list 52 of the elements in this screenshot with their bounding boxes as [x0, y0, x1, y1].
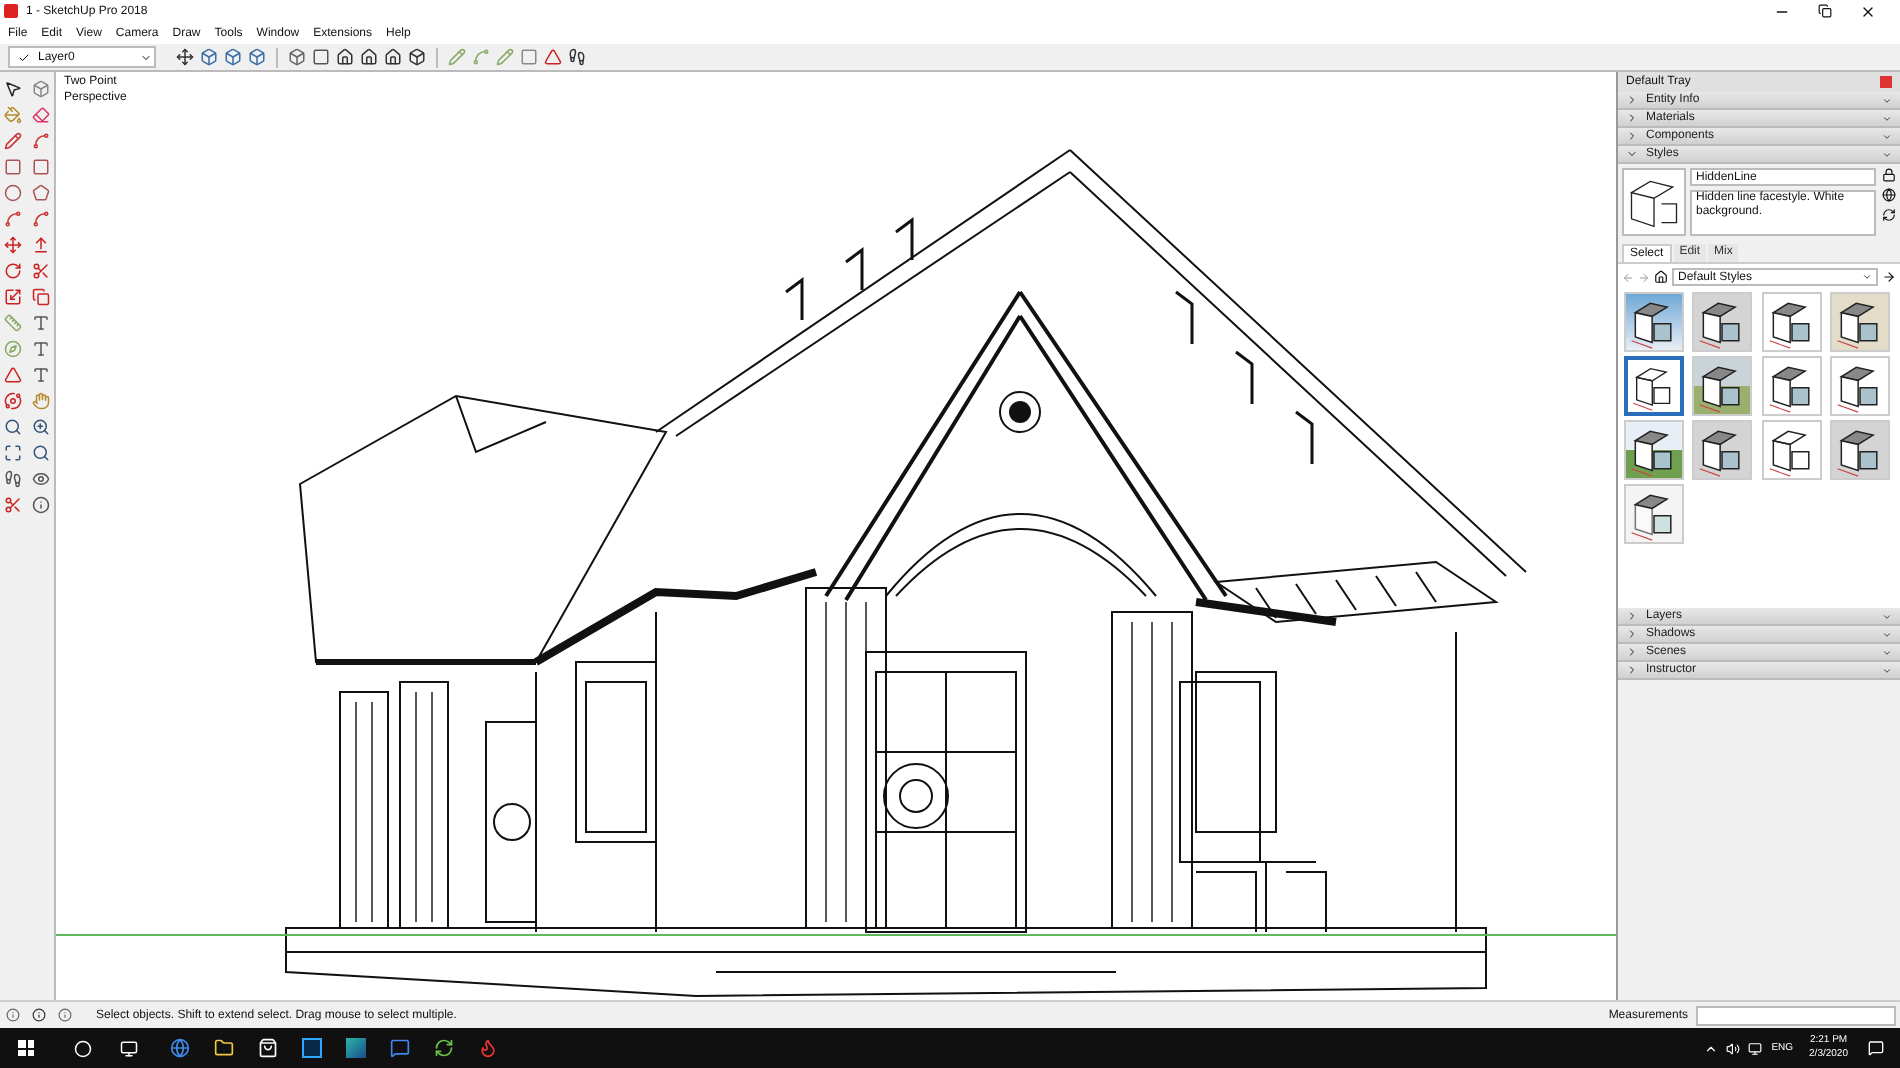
top-view-icon[interactable]: [224, 48, 242, 66]
pan-icon[interactable]: [31, 392, 50, 410]
photo-editor-icon[interactable]: [302, 1038, 322, 1058]
details-icon[interactable]: [1882, 270, 1896, 284]
zoom-icon[interactable]: [4, 418, 23, 436]
polygon-icon[interactable]: [31, 184, 50, 202]
lock-icon[interactable]: [1881, 168, 1895, 182]
component-icon[interactable]: [31, 80, 50, 98]
app-logo-icon: [4, 4, 18, 18]
house-icon[interactable]: [336, 48, 354, 66]
look-around-icon[interactable]: [31, 470, 50, 488]
notifications-icon[interactable]: [1868, 1040, 1884, 1056]
restore-icon[interactable]: [1818, 4, 1832, 18]
move-icon[interactable]: [4, 236, 23, 254]
globe-icon[interactable]: [1881, 188, 1895, 202]
chat-icon[interactable]: [390, 1038, 410, 1058]
tray-expand-icon[interactable]: [1703, 1041, 1718, 1055]
zoom-extents-icon[interactable]: [4, 444, 23, 462]
volume-icon[interactable]: [1725, 1041, 1740, 1055]
paint-bucket-icon[interactable]: [4, 106, 23, 124]
folder-icon[interactable]: [214, 1038, 234, 1058]
freehand-icon[interactable]: [31, 132, 50, 150]
circle-icon[interactable]: [4, 184, 23, 202]
iso-view-icon[interactable]: [200, 48, 218, 66]
caret-icon: [140, 51, 152, 63]
expanded-icon: [1626, 148, 1638, 160]
rotate-icon[interactable]: [4, 262, 23, 280]
check-icon: [18, 51, 30, 63]
pencil-icon[interactable]: [4, 132, 23, 150]
home-icon[interactable]: [1654, 270, 1668, 284]
rectangle-icon[interactable]: [4, 158, 23, 176]
eraser-icon[interactable]: [31, 106, 50, 124]
store-icon[interactable]: [258, 1038, 278, 1058]
close-icon[interactable]: [1860, 3, 1876, 19]
search-icon[interactable]: [74, 1039, 92, 1057]
style-thumbnail[interactable]: [1624, 356, 1684, 416]
push-pull-icon[interactable]: [31, 236, 50, 254]
walk-icon[interactable]: [4, 470, 23, 488]
pointer-icon[interactable]: [4, 80, 23, 98]
caret-icon: [1862, 272, 1872, 282]
windows-start-icon[interactable]: [18, 1040, 34, 1056]
circular-arrows-app-icon[interactable]: [434, 1038, 454, 1058]
browser-icon[interactable]: [170, 1038, 190, 1058]
text-icon[interactable]: [31, 340, 50, 358]
network-icon[interactable]: [1747, 1041, 1762, 1055]
style-preview: [1622, 168, 1686, 236]
measurements-field[interactable]: [1696, 1005, 1896, 1025]
zoom-window-icon[interactable]: [31, 418, 50, 436]
info-icon[interactable]: [6, 1008, 20, 1022]
front-view-icon[interactable]: [248, 48, 266, 66]
refresh-icon[interactable]: [1881, 208, 1895, 222]
app-tile-icon[interactable]: [346, 1038, 366, 1058]
